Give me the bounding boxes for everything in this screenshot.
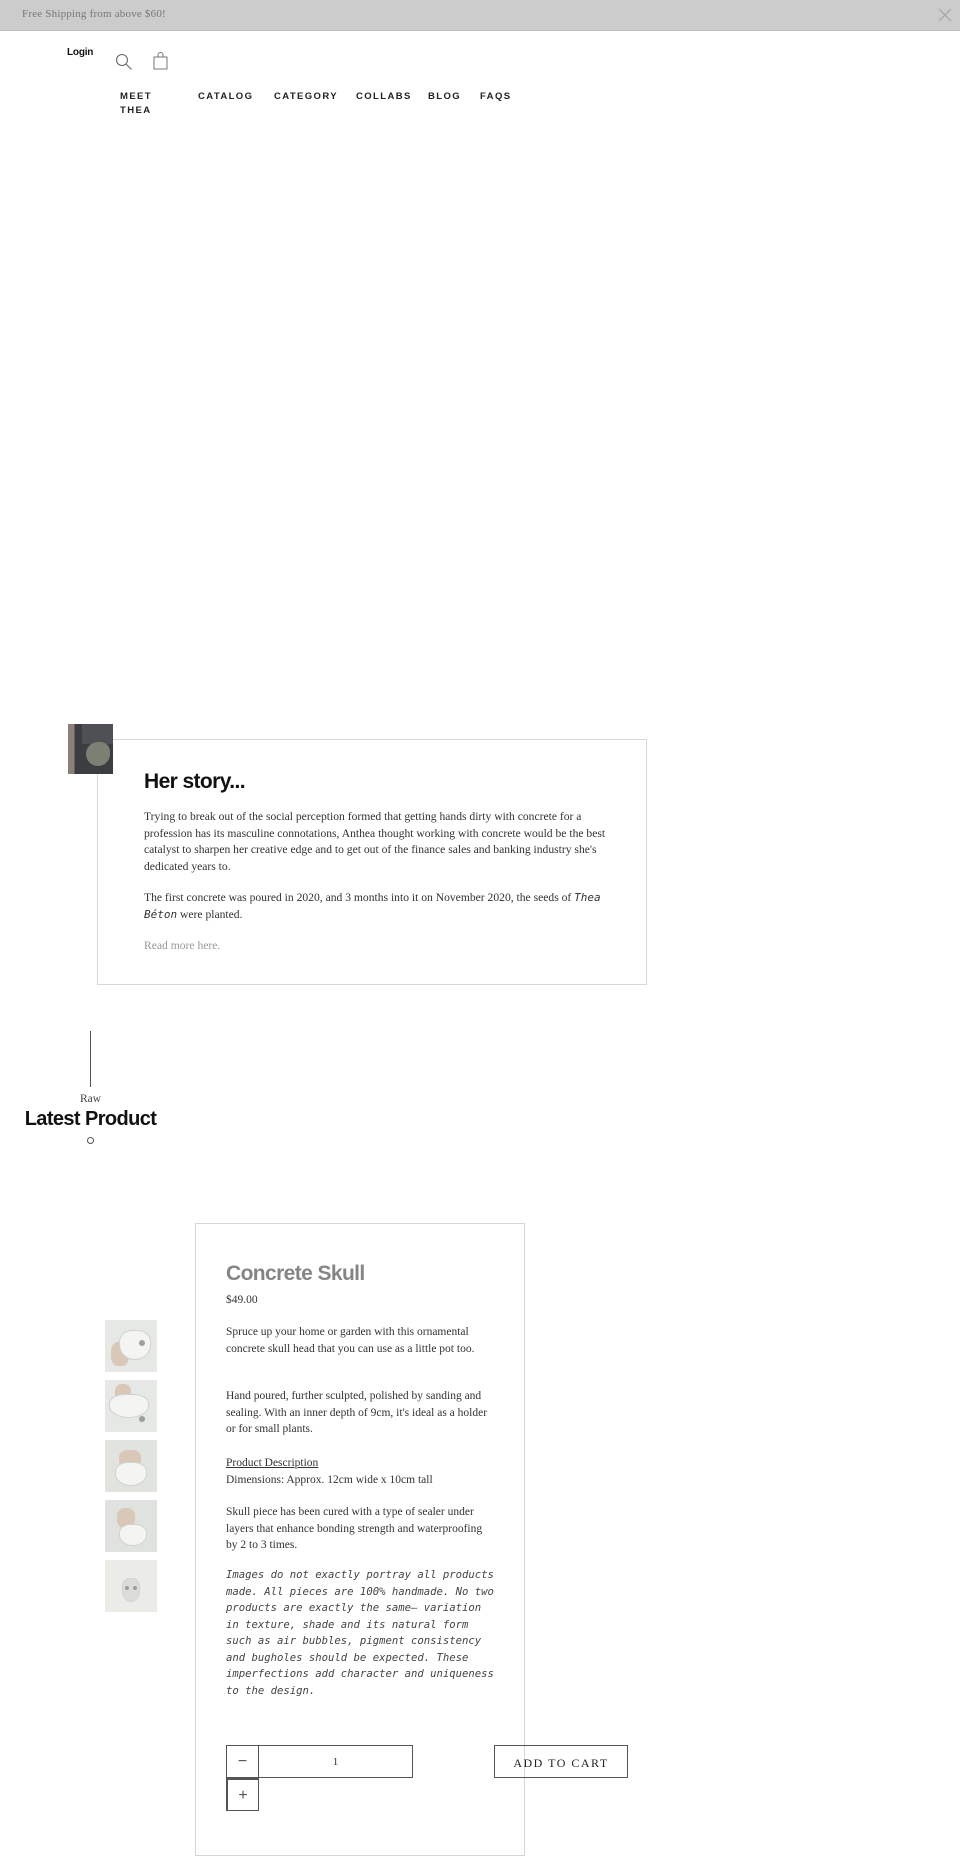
shopping-bag-icon[interactable] [153,52,168,70]
product-thumbnail[interactable] [105,1440,157,1492]
product-description: Skull piece has been cured with a type o… [226,1506,483,1551]
product-description-heading: Product Description [226,1457,319,1469]
quantity-decrease-button[interactable]: − [226,1745,259,1778]
nav-catalog[interactable]: CATALOG [198,90,253,104]
product-title: Concrete Skull [226,1262,365,1285]
product-disclaimer: Images do not exactly portray all produc… [226,1569,494,1697]
section-eyebrow: Raw [79,1093,102,1105]
read-more-link[interactable]: Read more here. [144,939,220,952]
carousel-dot[interactable] [87,1137,94,1144]
product-details: Product Description Dimensions: Approx. … [226,1455,496,1488]
nav-meet-thea[interactable]: MEET THEA [120,90,160,118]
quantity-input[interactable] [258,1745,413,1778]
add-to-cart-button[interactable]: ADD TO CART [494,1745,628,1778]
story-paragraph: Trying to break out of the social percep… [144,810,606,873]
announcement-text: Free Shipping from above $60! [22,8,166,20]
story-text: The first concrete was poured in 2020, a… [144,891,575,904]
search-icon[interactable] [115,53,133,71]
product-thumbnail[interactable] [105,1380,157,1432]
product-thumbnail[interactable] [105,1500,157,1552]
story-card: Her story... Trying to break out of the … [97,739,647,985]
nav-collabs[interactable]: COLLABS [356,90,412,104]
product-description: Spruce up your home or garden with this … [226,1326,475,1355]
nav-category[interactable]: CATEGORY [274,90,338,104]
product-thumbnail[interactable] [105,1320,157,1372]
product-thumbnail[interactable] [105,1560,157,1612]
story-paragraph: The first concrete was poured in 2020, a… [144,890,624,923]
divider-line [90,1031,91,1087]
story-image [68,724,113,774]
nav-blog[interactable]: BLOG [428,90,461,104]
product-price: $49.00 [226,1294,258,1306]
section-title: Latest Product [24,1108,157,1130]
product-dimensions: Dimensions: Approx. 12cm wide x 10cm tal… [226,1473,433,1486]
story-title: Her story... [144,770,246,793]
product-description: Hand poured, further sculpted, polished … [226,1390,488,1435]
nav-faqs[interactable]: FAQS [480,90,511,104]
close-icon[interactable] [936,6,954,24]
login-link[interactable]: Login [67,47,93,58]
quantity-increase-button[interactable]: + [226,1778,259,1811]
announcement-bar: Free Shipping from above $60! [0,0,960,31]
story-text: were planted. [177,907,243,921]
